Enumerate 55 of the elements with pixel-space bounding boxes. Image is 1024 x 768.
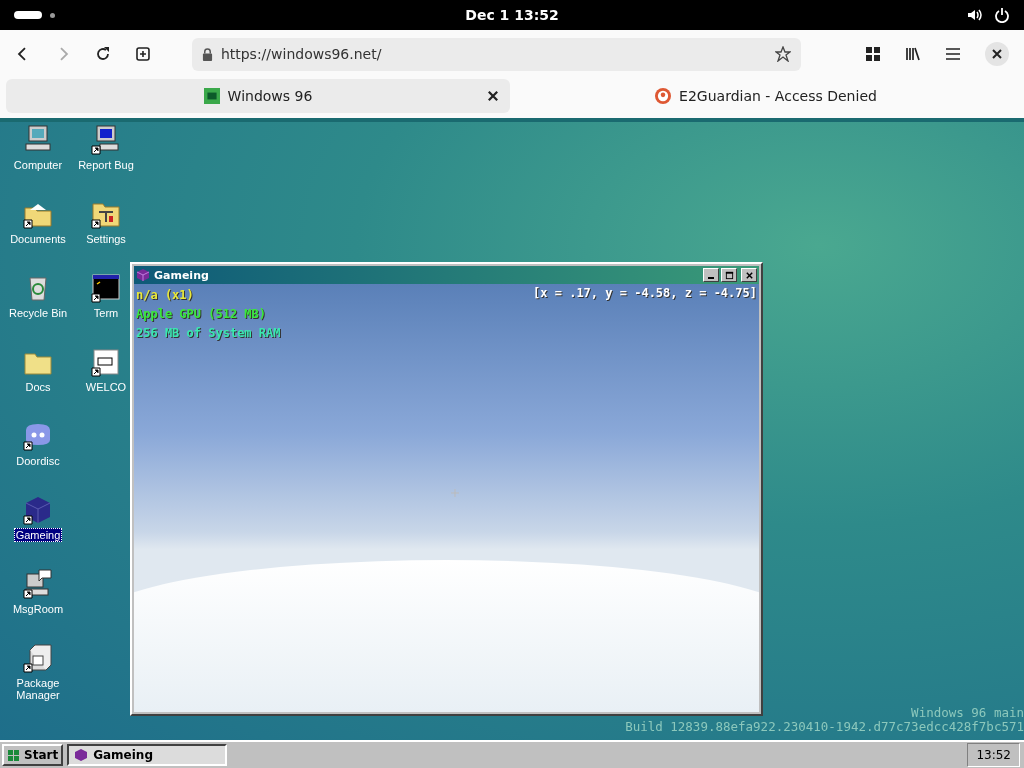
browser-tab[interactable]: Windows 96 — [6, 79, 510, 113]
coordinates-readout: [x = .17, y = -4.58, z = -4.75] — [533, 286, 757, 300]
minimize-button[interactable] — [703, 268, 719, 282]
terminal-icon[interactable] — [90, 272, 122, 304]
bug-icon[interactable] — [90, 124, 122, 156]
url-text: https://windows96.net/ — [220, 46, 383, 62]
icon-label[interactable]: Package Manager — [3, 676, 73, 702]
power-icon[interactable] — [994, 7, 1010, 23]
hud-text: n/a (x1) — [136, 287, 195, 304]
menu-icon[interactable] — [944, 46, 961, 62]
cube-icon — [136, 268, 150, 282]
window-title: Gameing — [154, 268, 210, 282]
icon-label[interactable]: WELCO — [83, 380, 129, 394]
minimize-icon — [708, 276, 714, 279]
activities-icon[interactable] — [14, 11, 42, 19]
workspace-dot-icon — [50, 12, 55, 18]
icon-label[interactable]: Gameing — [13, 528, 63, 542]
icon-label[interactable]: MsgRoom — [10, 602, 66, 616]
close-icon — [744, 270, 754, 280]
bookmark-star-icon[interactable] — [774, 46, 791, 62]
library-icon[interactable] — [904, 46, 921, 62]
browser-tab[interactable]: E2Guardian - Access Denied — [514, 79, 1018, 113]
icon-label[interactable]: Computer — [11, 158, 65, 172]
crosshair-icon — [450, 488, 460, 498]
icon-label[interactable]: Report Bug — [76, 158, 136, 172]
package-icon[interactable] — [22, 642, 54, 674]
reload-icon[interactable] — [94, 46, 111, 62]
icon-label[interactable]: Documents — [8, 232, 68, 246]
hud-text: Apple GPU (512 MB) — [136, 306, 268, 323]
grid-icon[interactable] — [864, 46, 881, 62]
lock-icon — [201, 47, 213, 61]
edition-label: Windows 96 main — [911, 706, 1024, 720]
build-number: Build 12839.88efa922.230410-1942.d77c73edcc428f7bc571 — [625, 720, 1024, 734]
taskbar-clock: 13:52 — [967, 743, 1020, 767]
windows-logo-icon — [203, 88, 220, 104]
taskbar-button[interactable]: Gameing — [67, 744, 228, 766]
new-tab-icon[interactable] — [134, 46, 151, 62]
windows-logo-icon — [7, 748, 21, 762]
address-bar[interactable]: https://windows96.net/ — [191, 37, 801, 71]
icon-label[interactable]: Settings — [84, 232, 128, 246]
cube-icon — [74, 748, 89, 762]
clock[interactable]: Dec 1 13:52 — [465, 7, 559, 23]
msg-icon[interactable] — [22, 568, 54, 600]
maximize-icon — [724, 270, 734, 280]
icon-label[interactable]: Recycle Bin — [6, 306, 70, 320]
speaker-icon[interactable] — [966, 7, 982, 23]
close-button[interactable] — [741, 268, 757, 282]
icon-label[interactable]: Doordisc — [14, 454, 62, 468]
maximize-button[interactable] — [721, 268, 737, 282]
icon-label[interactable]: Term — [91, 306, 121, 320]
hud-text: 256 MB of System RAM — [136, 325, 281, 342]
tab-close-button[interactable] — [486, 89, 500, 103]
close-icon[interactable] — [984, 42, 1009, 66]
start-button[interactable]: Start — [2, 744, 64, 766]
icon-label[interactable]: Docs — [23, 380, 53, 394]
